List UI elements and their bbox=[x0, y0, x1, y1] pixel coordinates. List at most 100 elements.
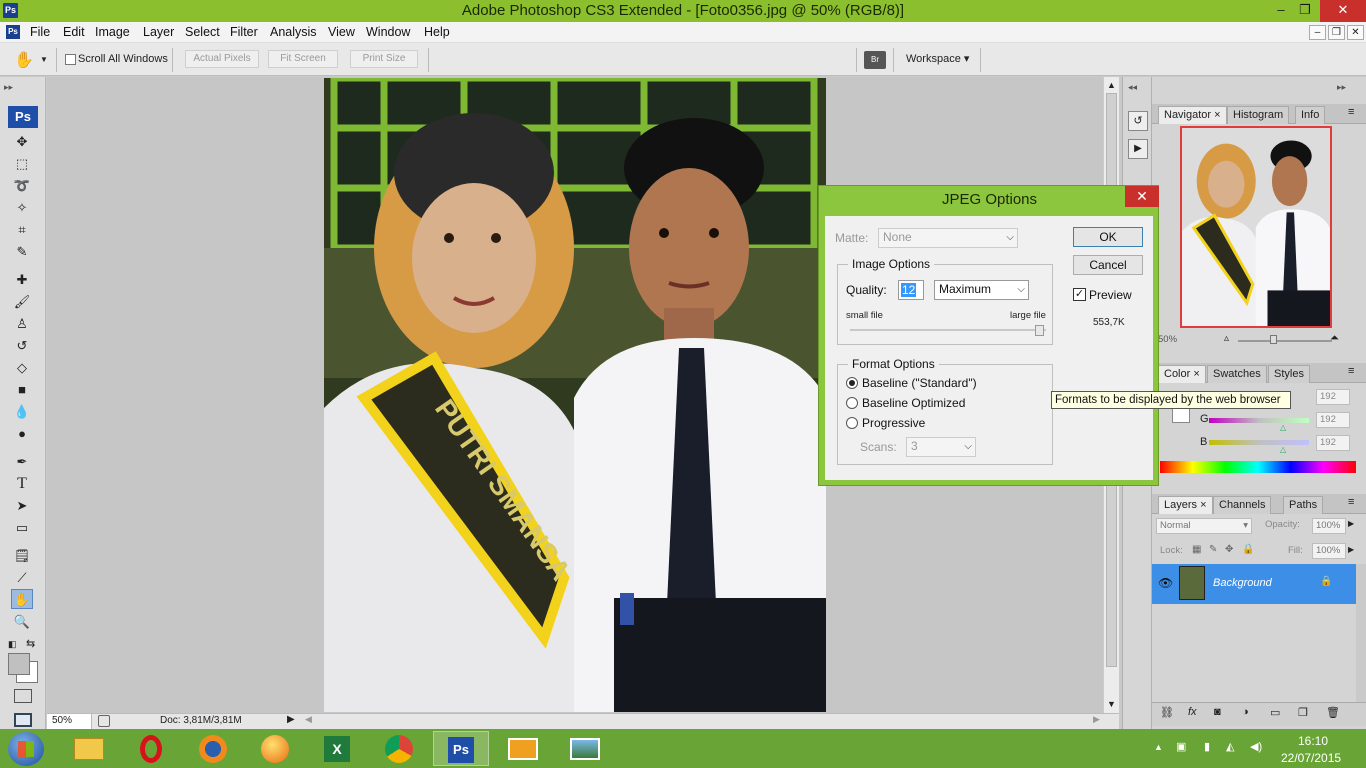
close-icon[interactable]: × bbox=[1193, 368, 1199, 380]
tab-styles[interactable]: Styles bbox=[1268, 365, 1310, 383]
fill-arrow-icon[interactable]: ▶ bbox=[1348, 545, 1354, 554]
print-size-button[interactable]: Print Size bbox=[350, 50, 418, 68]
lock-pixels-icon[interactable]: ✎ bbox=[1209, 544, 1217, 555]
brush-tool-icon[interactable]: 🖌 bbox=[11, 292, 33, 312]
fill-field[interactable]: 100% bbox=[1312, 543, 1346, 559]
battery-icon[interactable]: ▮ bbox=[1204, 740, 1210, 753]
doc-minimize-button[interactable]: – bbox=[1309, 25, 1326, 40]
navigator-zoom-slider[interactable] bbox=[1238, 340, 1332, 342]
opacity-arrow-icon[interactable]: ▶ bbox=[1348, 519, 1354, 528]
slider-thumb-icon[interactable]: △ bbox=[1280, 423, 1286, 432]
default-colors-icon[interactable]: ◧ bbox=[8, 639, 17, 650]
panel-menu-icon[interactable]: ≡ bbox=[1348, 365, 1354, 377]
magic-wand-tool-icon[interactable]: ✧ bbox=[11, 198, 33, 218]
scroll-left-icon[interactable]: ◀ bbox=[305, 714, 312, 725]
expand-arrows-icon[interactable]: ▸▸ bbox=[1337, 82, 1346, 93]
photo-viewer-taskbar-button[interactable] bbox=[495, 731, 551, 766]
lock-all-icon[interactable]: 🔒 bbox=[1242, 544, 1254, 555]
history-brush-tool-icon[interactable]: ↺ bbox=[11, 336, 33, 356]
new-group-icon[interactable]: ▭ bbox=[1270, 706, 1280, 719]
dialog-close-button[interactable]: ✕ bbox=[1125, 186, 1159, 207]
channel-b-field[interactable]: 192 bbox=[1316, 435, 1350, 451]
hand-tool-icon[interactable]: ✋ bbox=[14, 50, 34, 70]
document-image[interactable]: PUTRI SMANSA bbox=[324, 78, 826, 712]
progressive-radio[interactable] bbox=[846, 417, 858, 429]
close-icon[interactable]: × bbox=[1200, 499, 1206, 511]
start-button[interactable] bbox=[8, 732, 44, 766]
zoom-in-icon[interactable]: ⏶ bbox=[1330, 332, 1339, 345]
network-icon[interactable]: ▣ bbox=[1176, 740, 1186, 753]
zoom-tool-icon[interactable]: 🔍 bbox=[11, 612, 33, 632]
opacity-field[interactable]: 100% bbox=[1312, 518, 1346, 534]
eraser-tool-icon[interactable]: ◇ bbox=[11, 358, 33, 378]
hand-tool-icon[interactable]: ✋ bbox=[11, 589, 33, 609]
volume-icon[interactable]: ◀) bbox=[1250, 740, 1262, 753]
scroll-down-icon[interactable]: ▼ bbox=[1107, 699, 1116, 709]
opera-taskbar-button[interactable] bbox=[123, 731, 179, 766]
fit-screen-button[interactable]: Fit Screen bbox=[268, 50, 338, 68]
ok-button[interactable]: OK bbox=[1073, 227, 1143, 247]
show-hidden-icons-icon[interactable]: ▲ bbox=[1154, 742, 1163, 752]
tool-preset-chevron-icon[interactable]: ▼ bbox=[40, 55, 48, 64]
tab-paths[interactable]: Paths bbox=[1283, 496, 1324, 514]
tab-info[interactable]: Info bbox=[1295, 106, 1326, 124]
lasso-tool-icon[interactable]: ➰ bbox=[11, 176, 33, 196]
stamp-tool-icon[interactable]: ♙ bbox=[11, 314, 33, 334]
marquee-tool-icon[interactable]: ⬚ bbox=[11, 154, 33, 174]
firefox-taskbar-button[interactable] bbox=[185, 731, 241, 766]
layer-name[interactable]: Background bbox=[1213, 577, 1272, 589]
scroll-all-windows-checkbox[interactable] bbox=[65, 54, 76, 65]
adjustment-layer-icon[interactable]: ◑ bbox=[1242, 706, 1249, 718]
lock-transparency-icon[interactable]: ▦ bbox=[1192, 544, 1201, 555]
menu-file[interactable]: File bbox=[30, 25, 50, 39]
gradient-tool-icon[interactable]: ■ bbox=[11, 380, 33, 400]
status-menu-arrow-icon[interactable]: ▶ bbox=[287, 714, 295, 725]
layer-style-icon[interactable]: fx bbox=[1188, 706, 1197, 718]
navigator-zoom-thumb[interactable] bbox=[1270, 335, 1277, 344]
path-select-tool-icon[interactable]: ➤ bbox=[11, 496, 33, 516]
menu-view[interactable]: View bbox=[328, 25, 355, 39]
panel-menu-icon[interactable]: ≡ bbox=[1348, 106, 1354, 118]
clock-time[interactable]: 16:10 bbox=[1298, 734, 1328, 748]
photoshop-taskbar-button[interactable]: Ps bbox=[433, 731, 489, 766]
wifi-icon[interactable]: ◭ bbox=[1226, 740, 1234, 753]
navigator-thumbnail[interactable] bbox=[1180, 126, 1332, 328]
actual-pixels-button[interactable]: Actual Pixels bbox=[185, 50, 259, 68]
menu-select[interactable]: Select bbox=[185, 25, 220, 39]
tab-navigator[interactable]: Navigator × bbox=[1158, 106, 1227, 124]
workspace-menu[interactable]: Workspace ▾ bbox=[906, 52, 969, 65]
menu-filter[interactable]: Filter bbox=[230, 25, 258, 39]
matte-select[interactable]: None ⌵ bbox=[878, 228, 1018, 248]
actions-panel-icon[interactable]: ▶ bbox=[1128, 139, 1148, 159]
crop-tool-icon[interactable]: ⌗ bbox=[11, 220, 33, 240]
tab-layers[interactable]: Layers × bbox=[1158, 496, 1213, 514]
notes-tool-icon[interactable]: 🗒 bbox=[11, 546, 33, 566]
doc-restore-button[interactable]: ❐ bbox=[1328, 25, 1345, 40]
panel-menu-icon[interactable]: ≡ bbox=[1348, 496, 1354, 508]
document-icon[interactable]: Ps bbox=[6, 25, 20, 39]
scroll-right-icon[interactable]: ▶ bbox=[1093, 714, 1100, 725]
slice-tool-icon[interactable]: ✎ bbox=[11, 242, 33, 262]
doc-close-button[interactable]: ✕ bbox=[1347, 25, 1364, 40]
channel-g-slider[interactable] bbox=[1209, 418, 1309, 423]
layer-row[interactable]: 👁 Background 🔒 bbox=[1152, 564, 1356, 604]
navigator-zoom-field[interactable]: 50% bbox=[1158, 334, 1177, 345]
history-panel-icon[interactable]: ↺ bbox=[1128, 111, 1148, 131]
menu-analysis[interactable]: Analysis bbox=[270, 25, 317, 39]
eyedropper-tool-icon[interactable]: ⟋ bbox=[11, 568, 33, 588]
clock-date[interactable]: 22/07/2015 bbox=[1281, 751, 1341, 765]
bridge-icon[interactable]: Br bbox=[864, 51, 886, 69]
quality-slider[interactable] bbox=[850, 329, 1046, 331]
blur-tool-icon[interactable]: 💧 bbox=[11, 402, 33, 422]
channel-b-slider[interactable] bbox=[1209, 440, 1309, 445]
layers-scrollbar[interactable] bbox=[1356, 564, 1366, 702]
delete-layer-icon[interactable]: 🗑 bbox=[1326, 706, 1340, 719]
excel-taskbar-button[interactable]: X bbox=[309, 731, 365, 766]
channel-r-field[interactable]: 192 bbox=[1316, 389, 1350, 405]
menu-window[interactable]: Window bbox=[366, 25, 410, 39]
scans-select[interactable]: 3 ⌵ bbox=[906, 437, 976, 457]
menu-image[interactable]: Image bbox=[95, 25, 130, 39]
status-info-icon[interactable] bbox=[98, 715, 110, 727]
quality-input[interactable]: 12 bbox=[898, 280, 924, 300]
tab-histogram[interactable]: Histogram bbox=[1227, 106, 1290, 124]
